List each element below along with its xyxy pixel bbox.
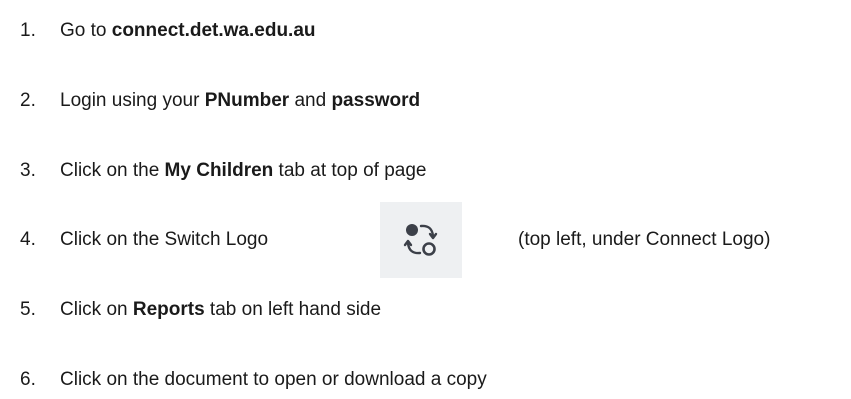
step-text: Click on the My Children tab at top of p… bbox=[60, 160, 426, 182]
step-text-part: Login using your bbox=[60, 90, 205, 111]
step-reports-bold: Reports bbox=[132, 299, 205, 320]
switch-logo-image bbox=[380, 202, 462, 278]
step-text: Click on the document to open or downloa… bbox=[60, 369, 487, 391]
step-number: 6. bbox=[20, 369, 36, 390]
step-text: Click on Reports tab on left hand side bbox=[60, 299, 381, 321]
step-text-part: Go to bbox=[60, 20, 112, 41]
step-my-children-bold: My Children bbox=[164, 160, 274, 181]
step-3: 3. Click on the My Children tab at top o… bbox=[20, 156, 426, 186]
step-text-part: tab at top of page bbox=[273, 160, 427, 181]
step-text-part: Click on bbox=[60, 299, 133, 320]
step-5: 5. Click on Reports tab on left hand sid… bbox=[20, 295, 381, 325]
step-text-part: Click on the bbox=[60, 160, 165, 181]
step-number: 3. bbox=[20, 160, 36, 181]
step-number: 1. bbox=[20, 20, 36, 41]
step-text-part: tab on left hand side bbox=[204, 299, 382, 320]
step-text-part: Click on the document to open or downloa… bbox=[60, 369, 487, 390]
instruction-list: 1. Go to connect.det.wa.edu.au 2. Login … bbox=[0, 0, 851, 399]
step-pnumber-bold: PNumber bbox=[204, 90, 290, 111]
step-2: 2. Login using your PNumber and password bbox=[20, 86, 420, 116]
step-text: Login using your PNumber and password bbox=[60, 90, 420, 112]
switch-icon bbox=[403, 224, 438, 256]
step-number: 4. bbox=[20, 229, 36, 250]
step-1: 1. Go to connect.det.wa.edu.au bbox=[20, 16, 316, 46]
step-text-part: Click on the Switch Logo bbox=[60, 229, 269, 250]
step-text: Click on the Switch Logo bbox=[60, 229, 268, 251]
step-text-part: and bbox=[289, 90, 332, 111]
step-6: 6. Click on the document to open or down… bbox=[20, 365, 487, 395]
step-4: 4. Click on the Switch Logo (top left, u… bbox=[20, 225, 770, 255]
step-url-bold: connect.det.wa.edu.au bbox=[111, 20, 316, 41]
step-text: Go to connect.det.wa.edu.au bbox=[60, 20, 316, 42]
step-note: (top left, under Connect Logo) bbox=[518, 229, 771, 250]
step-number: 2. bbox=[20, 90, 36, 111]
step-number: 5. bbox=[20, 299, 36, 320]
step-password-bold: password bbox=[331, 90, 421, 111]
